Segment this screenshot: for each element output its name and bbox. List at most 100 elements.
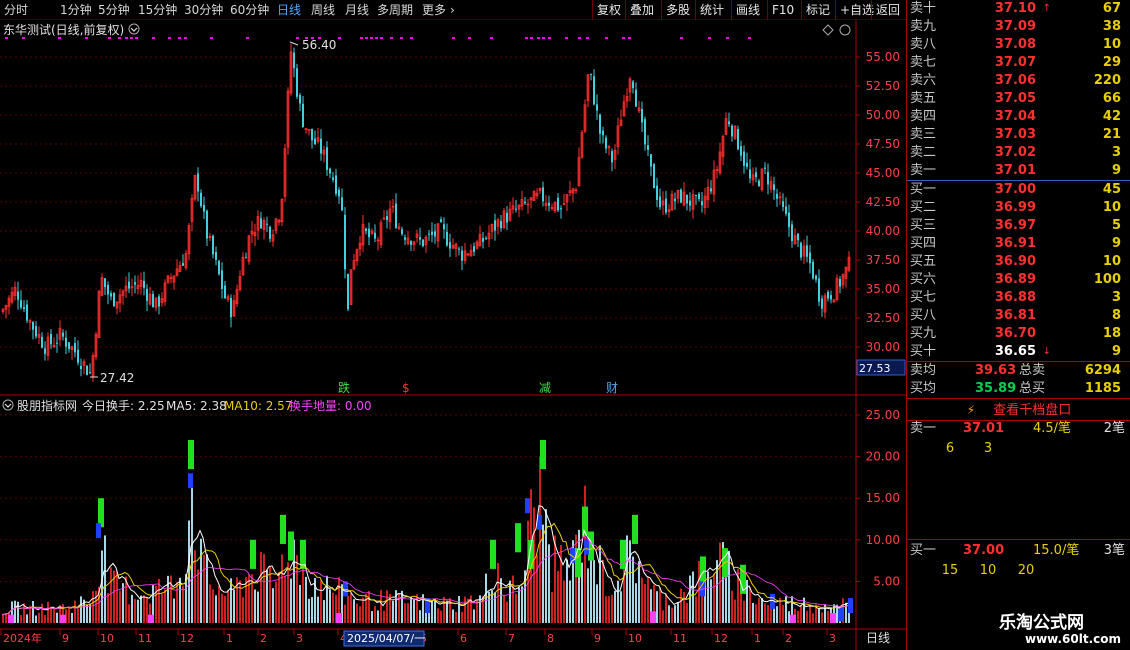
turnover-bar	[14, 600, 16, 623]
toolbar-button[interactable]: 多股	[666, 2, 690, 18]
sell-summary-row: 卖均 39.63 总卖 6294	[907, 362, 1130, 380]
sell-level-row[interactable]: 卖八 37.08 10	[907, 36, 1130, 54]
level-label: 卖二	[910, 145, 937, 160]
period-tab[interactable]: 5分钟	[98, 2, 130, 18]
turnover-bar	[410, 597, 412, 623]
candle-body	[374, 232, 376, 239]
turnover-bar	[68, 606, 70, 623]
sell-level-row[interactable]: 卖九 37.09 38	[907, 18, 1130, 36]
turnover-bar	[197, 569, 199, 623]
event-dot	[452, 37, 455, 39]
candle-body	[818, 278, 820, 302]
toolbar-button[interactable]: 标记	[806, 2, 830, 18]
turnover-bar	[563, 580, 565, 623]
candle-body	[245, 257, 247, 259]
time-label: 11	[673, 632, 687, 645]
candle-body	[152, 293, 154, 308]
buy-level-row[interactable]: 买九 36.70 18	[907, 325, 1130, 343]
sell-level-row[interactable]: 卖五 37.05 66	[907, 90, 1130, 108]
period-tab[interactable]: 月线	[345, 2, 369, 18]
level-volume: 9	[1111, 163, 1121, 178]
chart-title: 东华测试(日线,前复权)	[3, 22, 124, 37]
price-tick-label: 50.00	[866, 108, 900, 122]
period-tab[interactable]: 周线	[311, 2, 335, 18]
toolbar-button[interactable]: 统计	[700, 2, 724, 18]
event-dot	[542, 37, 545, 39]
turnover-bar	[461, 611, 463, 623]
signal-bar-green	[632, 514, 638, 544]
buy-level-row[interactable]: 买八 36.81 8	[907, 307, 1130, 325]
buy-level-row[interactable]: 买七 36.88 3	[907, 289, 1130, 307]
sell-level-row[interactable]: 卖二 37.02 3	[907, 144, 1130, 162]
event-dot	[375, 37, 378, 39]
cursor-date-label: 2025/04/07/一	[347, 632, 425, 645]
ma5-value: MA5: 2.38	[166, 399, 227, 413]
candle-body	[113, 293, 115, 307]
period-tab[interactable]: 更多	[422, 2, 446, 18]
candle-body	[80, 365, 82, 369]
level-price: 37.10	[994, 1, 1036, 16]
period-tab[interactable]: 多周期	[377, 2, 413, 18]
buy-level-row[interactable]: 买三 36.97 5	[907, 217, 1130, 235]
candle-body	[299, 94, 301, 104]
sell-level-row[interactable]: 卖三 37.03 21	[907, 126, 1130, 144]
watermark-title: 乐淘公式网	[999, 613, 1084, 633]
candle-body	[143, 280, 145, 288]
turnover-bar	[605, 596, 607, 623]
turnover-bar	[695, 596, 697, 623]
buy-level-row[interactable]: 买六 36.89 100	[907, 271, 1130, 289]
sell-level-row[interactable]: 卖四 37.04 42	[907, 108, 1130, 126]
buy-level-row[interactable]: 买一 37.00 45	[907, 181, 1130, 199]
turnover-bar	[602, 559, 604, 623]
chevron-down-icon[interactable]	[2, 399, 14, 411]
turnover-bar	[263, 553, 265, 623]
buy-level-row[interactable]: 买五 36.90 10	[907, 253, 1130, 271]
signal-bar-green	[540, 439, 546, 470]
event-dot	[365, 37, 368, 39]
buy-level-row[interactable]: 买二 36.99 10	[907, 199, 1130, 217]
turnover-bar	[305, 576, 307, 623]
buy-level-row[interactable]: 买四 36.91 9	[907, 235, 1130, 253]
toolbar-button[interactable]: 画线	[736, 2, 760, 18]
toolbar-button[interactable]: F10	[772, 2, 794, 18]
diamond-icon[interactable]	[822, 24, 834, 36]
toolbar-button[interactable]: 返回	[876, 2, 900, 18]
turnover-bar	[512, 575, 514, 623]
turnover-bar	[47, 601, 49, 623]
turnover-bar	[5, 613, 7, 623]
period-tab[interactable]: 日线	[277, 2, 301, 18]
settings-icon[interactable]	[839, 24, 851, 36]
toolbar-button[interactable]: +自选	[840, 2, 874, 18]
event-dot	[135, 37, 138, 39]
level-volume: 9	[1111, 344, 1121, 359]
buy-level-row[interactable]: 买十 36.65 9 ↓	[907, 343, 1130, 361]
watermark-url: www.60lt.com	[1025, 632, 1122, 646]
sell-level-row[interactable]: 卖六 37.06 220	[907, 72, 1130, 90]
candle-body	[110, 293, 112, 297]
indicator-tick-label: 10.00	[866, 533, 900, 547]
toolbar-button[interactable]: 复权	[597, 2, 621, 18]
period-tab[interactable]: 30分钟	[184, 2, 223, 18]
turnover-bar	[821, 612, 823, 623]
toolbar-button[interactable]: 叠加	[630, 2, 654, 18]
period-tab[interactable]: 1分钟	[60, 2, 92, 18]
period-tab[interactable]: 15分钟	[138, 2, 177, 18]
queue-order: 15	[941, 563, 959, 578]
period-tab[interactable]: 60分钟	[230, 2, 269, 18]
turnover-bar	[257, 591, 259, 623]
sell-level-row[interactable]: 卖十 37.10 67 ↑	[907, 0, 1130, 18]
turnover-bar	[521, 586, 523, 623]
sell-level-row[interactable]: 卖七 37.07 29	[907, 54, 1130, 72]
chevron-down-icon[interactable]	[128, 23, 140, 35]
depth-button[interactable]: ⚡ 查看千档盘口	[907, 400, 1130, 420]
sell-level-row[interactable]: 卖一 37.01 9	[907, 162, 1130, 180]
level-price: 36.65	[994, 344, 1036, 359]
signal-bar-green	[490, 539, 496, 569]
level-volume: 100	[1093, 272, 1121, 287]
chevron-right-icon[interactable]: ›	[450, 2, 455, 18]
turnover-bar	[356, 603, 358, 623]
candle-body	[560, 208, 562, 210]
turnover-bar	[518, 587, 520, 623]
period-tab[interactable]: 分时	[4, 2, 28, 18]
kline-chart[interactable]: 东华测试(日线,前复权) 55.00 52.50 50.00 47.50 45.00 42.…	[0, 20, 906, 650]
